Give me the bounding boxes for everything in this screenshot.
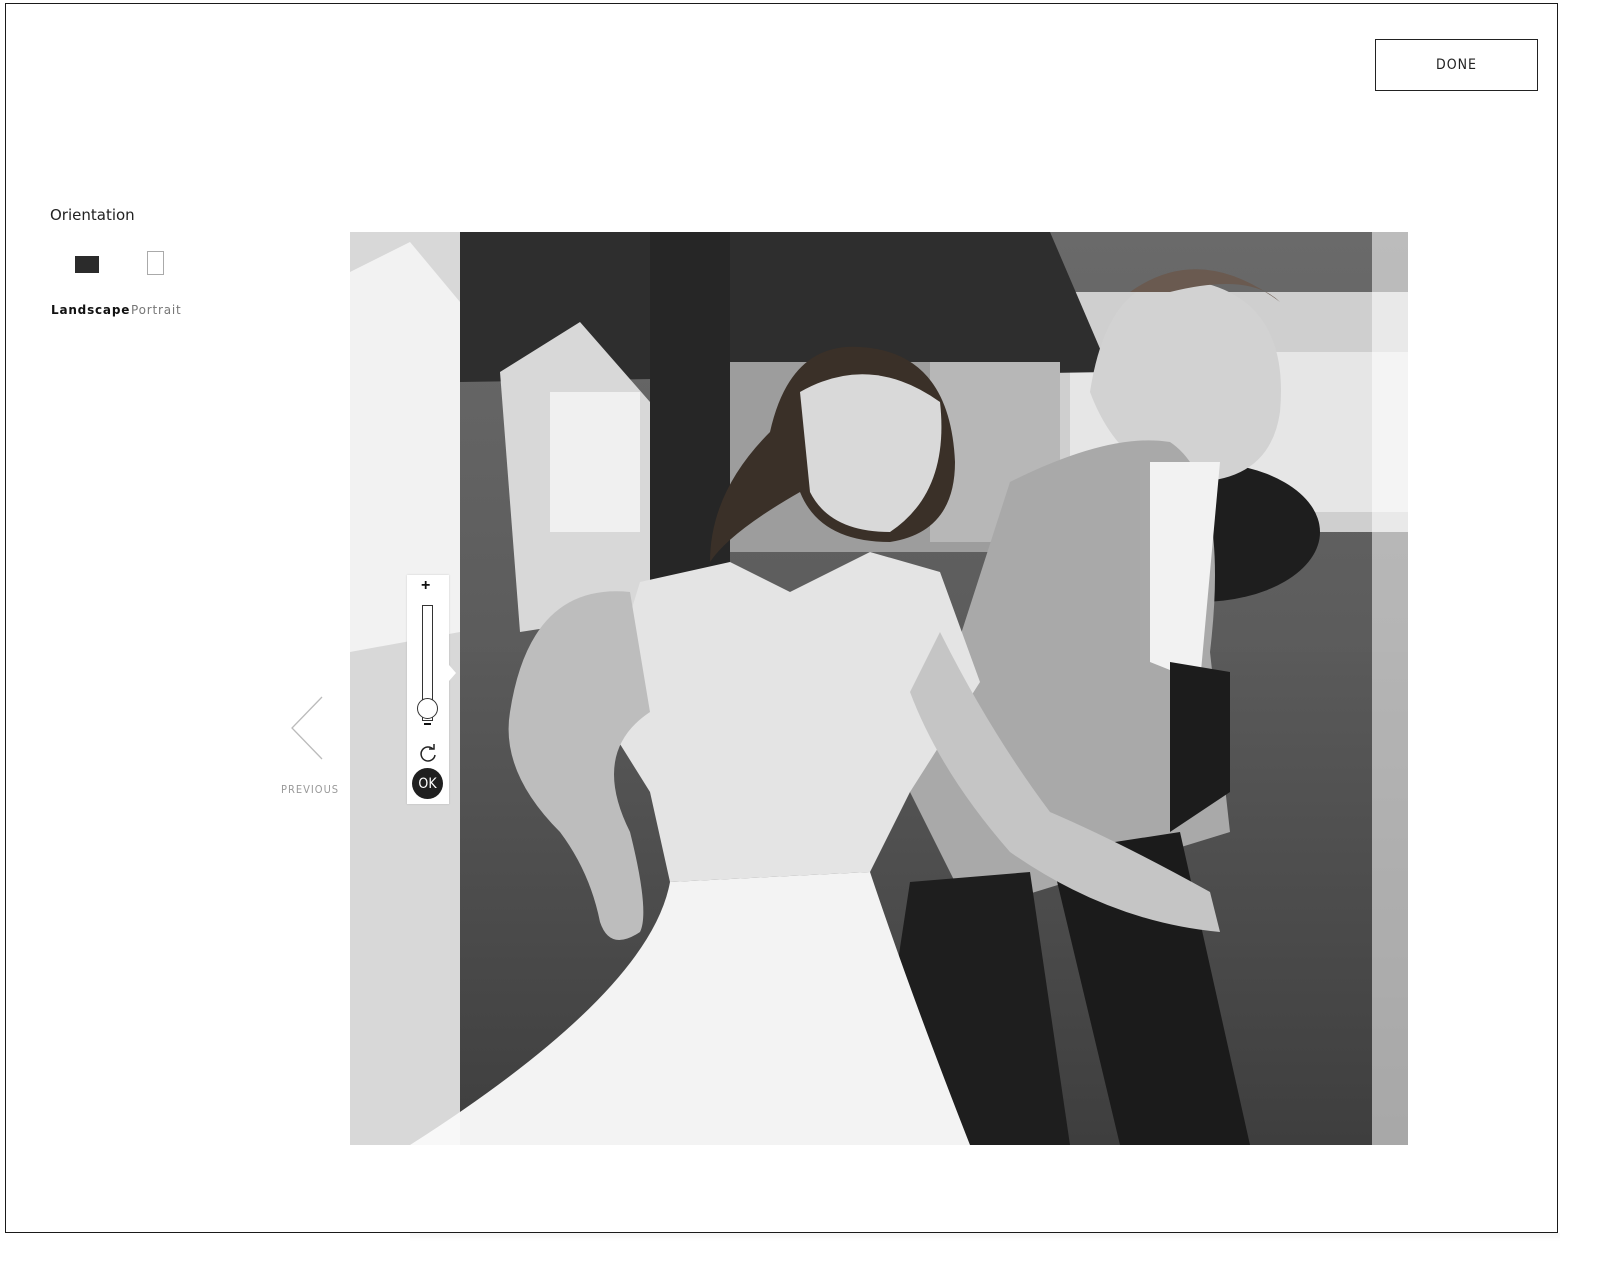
photo-crop-area[interactable] [350,232,1408,1145]
landscape-label[interactable]: Landscape [51,303,130,317]
portrait-icon[interactable] [147,251,164,275]
zoom-in-button[interactable]: + [421,577,430,595]
ok-button[interactable]: OK [412,768,443,799]
wedding-photo[interactable] [350,232,1408,1145]
window-shadow [410,1233,1560,1241]
previous-label: PREVIOUS [281,783,340,796]
zoom-slider-handle[interactable] [417,697,438,719]
zoom-out-button[interactable] [424,723,431,725]
orientation-title: Orientation [50,206,135,224]
chevron-left-icon [291,696,323,760]
zoom-panel: + OK [407,575,456,804]
previous-button[interactable]: PREVIOUS [280,695,344,800]
portrait-label[interactable]: Portrait [131,303,182,317]
landscape-icon[interactable] [75,256,99,273]
done-button[interactable]: DONE [1375,39,1538,91]
crop-mask-right [1372,232,1408,1145]
rotate-icon[interactable] [416,741,440,765]
